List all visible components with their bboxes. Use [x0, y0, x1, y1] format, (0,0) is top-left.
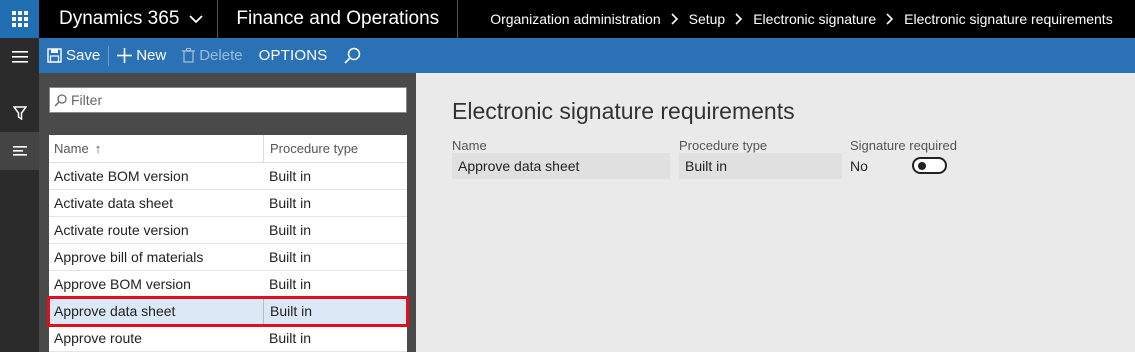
options-button[interactable]: OPTIONS — [251, 38, 336, 73]
name-field-label: Name — [452, 138, 487, 153]
procedure-type-field[interactable]: Built in — [679, 153, 842, 179]
breadcrumb-item[interactable]: Setup — [689, 11, 726, 27]
chevron-right-icon — [886, 13, 894, 25]
chevron-right-icon — [735, 13, 743, 25]
save-label: Save — [66, 47, 101, 64]
save-icon — [47, 48, 62, 63]
brand-menu[interactable]: Dynamics 365 — [39, 0, 219, 38]
left-navigation-pane — [0, 38, 39, 352]
plus-icon — [117, 48, 133, 63]
cell-name: Activate BOM version — [54, 168, 189, 184]
cell-name: Activate data sheet — [54, 195, 174, 211]
top-navigation-bar: Dynamics 365 Finance and Operations Orga… — [0, 0, 1135, 38]
name-field[interactable]: Approve data sheet — [452, 153, 670, 179]
column-header-procedure-type[interactable]: Procedure type — [263, 135, 389, 162]
waffle-icon — [11, 11, 28, 27]
cell-name: Approve data sheet — [54, 303, 176, 319]
app-launcher-button[interactable] — [0, 0, 39, 38]
new-label: New — [136, 47, 167, 64]
trash-icon — [182, 48, 196, 63]
filter-pane-button[interactable] — [0, 94, 39, 132]
table-row[interactable]: Activate BOM version Built in — [49, 163, 407, 190]
save-button[interactable]: Save — [39, 38, 108, 73]
search-icon — [54, 93, 67, 106]
details-pane: Electronic signature requirements Name A… — [416, 73, 1135, 352]
filter-box[interactable] — [49, 87, 407, 113]
cell-procedure-type: Built in — [269, 276, 312, 292]
cell-procedure-type: Built in — [269, 249, 312, 265]
list-pane: Name ↑ Procedure type Activate BOM versi… — [39, 73, 416, 352]
cell-procedure-type: Built in — [269, 330, 312, 346]
cell-procedure-type: Built in — [263, 298, 389, 324]
breadcrumb-item[interactable]: Organization administration — [490, 11, 660, 27]
app-title: Finance and Operations — [218, 0, 459, 38]
brand-label: Dynamics 365 — [59, 8, 180, 29]
signature-required-toggle[interactable] — [912, 157, 947, 174]
delete-label: Delete — [199, 47, 243, 64]
cell-name: Approve bill of materials — [54, 249, 204, 265]
funnel-icon — [12, 106, 27, 120]
signature-required-label: Signature required — [850, 138, 957, 153]
table-row[interactable]: Approve route Built in — [49, 325, 407, 352]
chevron-down-icon — [189, 15, 204, 24]
list-view-button[interactable] — [0, 132, 39, 170]
search-button[interactable] — [336, 38, 373, 73]
table-row-selected[interactable]: Approve data sheet Built in — [47, 296, 409, 327]
cell-procedure-type: Built in — [269, 195, 312, 211]
cell-name: Activate route version — [54, 222, 189, 238]
new-button[interactable]: New — [109, 38, 174, 73]
table-row[interactable]: Activate data sheet Built in — [49, 190, 407, 217]
procedure-type-field-label: Procedure type — [679, 138, 768, 153]
records-grid: Name ↑ Procedure type Activate BOM versi… — [47, 135, 409, 352]
menu-button[interactable] — [0, 38, 39, 76]
toggle-knob — [918, 162, 926, 170]
breadcrumb-item[interactable]: Electronic signature — [753, 11, 876, 27]
cell-procedure-type: Built in — [269, 222, 312, 238]
sort-ascending-icon: ↑ — [94, 141, 102, 156]
search-icon — [343, 47, 360, 64]
table-row[interactable]: Approve BOM version Built in — [49, 271, 407, 298]
column-header-label: Name — [54, 141, 89, 156]
column-header-name[interactable]: Name ↑ — [49, 135, 263, 162]
chevron-right-icon — [671, 13, 678, 25]
cell-name: Approve route — [54, 330, 142, 346]
breadcrumb-item[interactable]: Electronic signature requirements — [904, 11, 1113, 27]
delete-button[interactable]: Delete — [174, 38, 250, 73]
list-icon — [12, 146, 27, 156]
action-pane: Save New Delete OPTIONS — [39, 38, 1135, 73]
options-label: OPTIONS — [258, 47, 328, 64]
signature-required-value: No — [850, 158, 868, 174]
table-row[interactable]: Activate route version Built in — [49, 217, 407, 244]
grid-header: Name ↑ Procedure type — [49, 135, 407, 163]
table-row[interactable]: Approve bill of materials Built in — [49, 244, 407, 271]
filter-input[interactable] — [71, 92, 391, 108]
hamburger-icon — [11, 51, 28, 63]
cell-procedure-type: Built in — [269, 168, 312, 184]
breadcrumb: Organization administration Setup Electr… — [490, 11, 1113, 27]
page-title: Electronic signature requirements — [452, 98, 795, 124]
cell-name: Approve BOM version — [54, 276, 191, 292]
